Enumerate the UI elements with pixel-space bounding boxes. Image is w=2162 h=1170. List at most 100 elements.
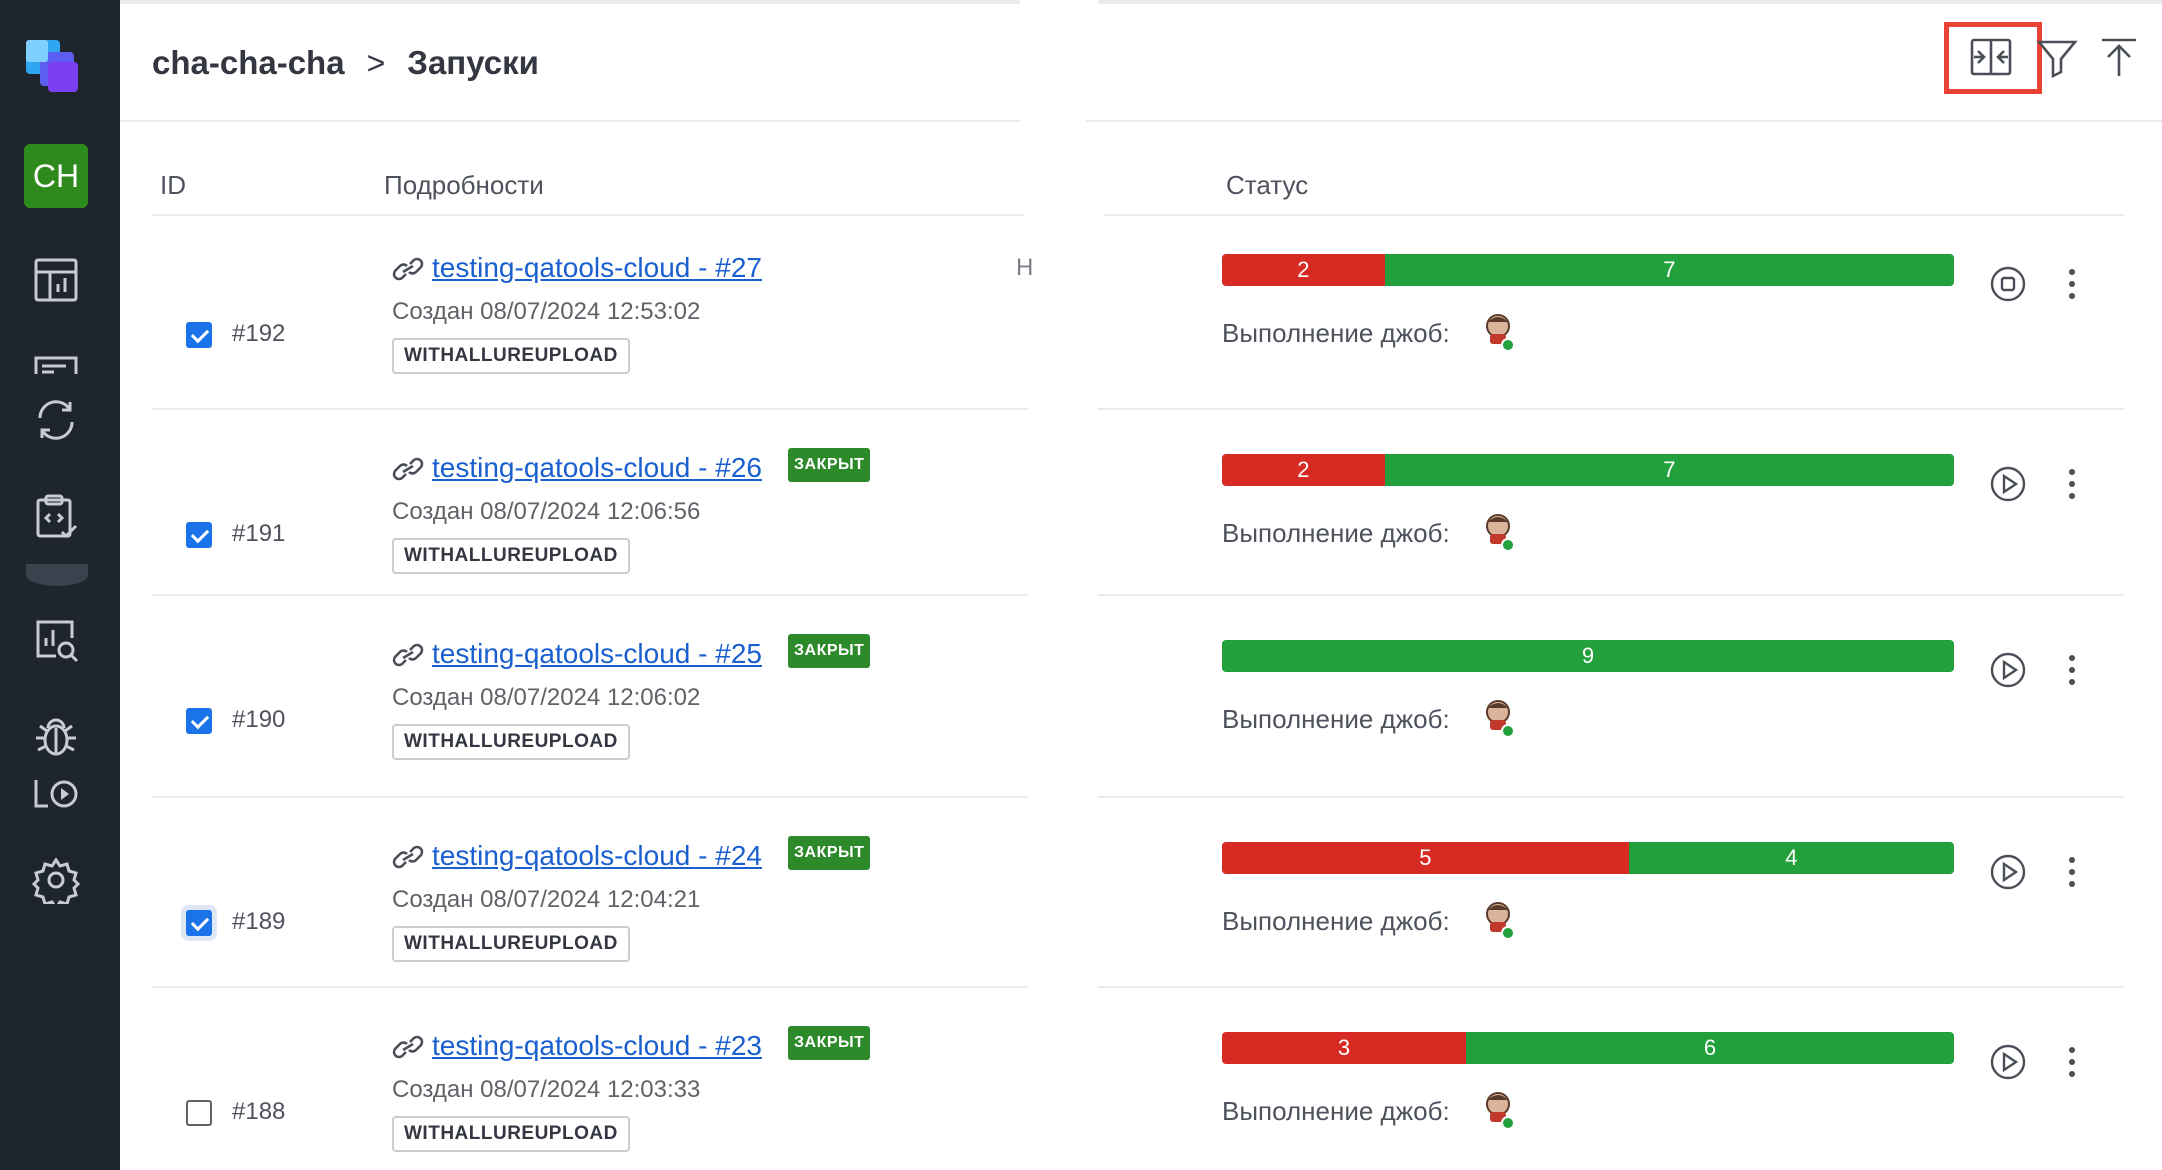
jobs-label: Выполнение джоб: (1222, 1096, 1450, 1126)
passed-segment[interactable]: 7 (1384, 254, 1954, 286)
header-divider-left (120, 120, 1020, 122)
passed-segment[interactable]: 6 (1466, 1032, 1954, 1064)
status-bar: 9 (1222, 640, 1954, 672)
row-divider (1098, 594, 2124, 596)
status-bar: 27 (1222, 254, 1954, 286)
rerun-button[interactable] (1988, 852, 2028, 892)
jobs-icon[interactable] (32, 770, 80, 818)
highlight-box (1944, 22, 2042, 94)
created-date: Создан 08/07/2024 12:06:02 (392, 684, 701, 711)
tag-badge[interactable]: WITHALLUREUPLOAD (392, 538, 630, 574)
created-date: Создан 08/07/2024 12:04:21 (392, 886, 701, 913)
tag-badge[interactable]: WITHALLUREUPLOAD (392, 926, 630, 962)
more-icon[interactable] (2060, 1042, 2084, 1082)
column-header-status[interactable]: Статус (1226, 170, 1308, 201)
failed-segment[interactable]: 2 (1222, 254, 1385, 286)
test-plans-icon[interactable] (32, 492, 80, 540)
launches-icon[interactable] (32, 396, 80, 444)
run-link[interactable]: testing-qatools-cloud - #25 (432, 638, 762, 670)
created-date: Создан 08/07/2024 12:53:02 (392, 298, 701, 325)
run-id: #192 (232, 320, 286, 347)
breadcrumb: cha-cha-cha > Запуски (152, 44, 539, 82)
created-date: Создан 08/07/2024 12:06:56 (392, 498, 701, 525)
tag-badge[interactable]: WITHALLUREUPLOAD (392, 338, 630, 374)
passed-segment[interactable]: 7 (1384, 454, 1954, 486)
play-icon (1990, 466, 2026, 502)
run-link[interactable]: testing-qatools-cloud - #26 (432, 452, 762, 484)
link-icon (390, 254, 426, 284)
dashboard-icon[interactable] (32, 256, 80, 304)
defects-icon[interactable] (32, 712, 80, 760)
row-divider (1098, 796, 2124, 798)
sidebar-divider (26, 564, 88, 586)
closed-badge: ЗАКРЫТ (788, 1026, 871, 1060)
failed-segment[interactable]: 2 (1222, 454, 1385, 486)
run-link[interactable]: testing-qatools-cloud - #24 (432, 840, 762, 872)
breadcrumb-separator: > (366, 44, 386, 81)
tag-badge[interactable]: WITHALLUREUPLOAD (392, 1116, 630, 1152)
page-title: Запуски (407, 44, 539, 81)
play-icon (1990, 1044, 2026, 1080)
jenkins-icon[interactable] (1484, 1090, 1518, 1130)
failed-segment[interactable]: 3 (1222, 1032, 1466, 1064)
passed-segment[interactable]: 4 (1628, 842, 1954, 874)
rerun-button[interactable] (1988, 650, 2028, 690)
analytics-icon[interactable] (32, 616, 80, 664)
column-header-id[interactable]: ID (160, 170, 186, 201)
truncated-text: Н (1016, 254, 1034, 281)
test-cases-icon[interactable] (32, 352, 80, 400)
top-divider-left (120, 0, 1020, 4)
filter-icon[interactable] (2030, 30, 2084, 84)
link-icon (390, 1032, 426, 1062)
column-header-details[interactable]: Подробности (384, 170, 544, 201)
status-bar: 54 (1222, 842, 1954, 874)
tag-badge[interactable]: WITHALLUREUPLOAD (392, 724, 630, 760)
rerun-button[interactable] (1988, 464, 2028, 504)
jenkins-icon[interactable] (1484, 312, 1518, 352)
stop-button[interactable] (1988, 264, 2028, 304)
row-divider (152, 408, 1028, 410)
row-checkbox[interactable] (186, 522, 212, 548)
closed-badge: ЗАКРЫТ (788, 634, 871, 668)
settings-icon[interactable] (31, 856, 81, 911)
closed-badge: ЗАКРЫТ (788, 448, 871, 482)
status-bar: 36 (1222, 1032, 1954, 1064)
row-checkbox[interactable] (186, 1100, 212, 1126)
row-divider (1098, 408, 2124, 410)
row-divider (152, 796, 1028, 798)
more-icon[interactable] (2060, 650, 2084, 690)
jobs-label: Выполнение джоб: (1222, 318, 1450, 348)
more-icon[interactable] (2060, 852, 2084, 892)
row-divider (152, 594, 1028, 596)
jenkins-icon[interactable] (1484, 512, 1518, 552)
upload-icon[interactable] (2092, 30, 2146, 84)
row-checkbox[interactable] (186, 708, 212, 734)
run-id: #189 (232, 908, 286, 935)
more-icon[interactable] (2060, 264, 2084, 304)
created-date: Создан 08/07/2024 12:03:33 (392, 1076, 701, 1103)
jobs-label: Выполнение джоб: (1222, 518, 1450, 548)
header-row-divider-left (152, 214, 1024, 216)
run-link[interactable]: testing-qatools-cloud - #23 (432, 1030, 762, 1062)
header-row-divider-right (1104, 214, 2124, 216)
row-divider (1098, 986, 2124, 988)
passed-segment[interactable]: 9 (1222, 640, 1954, 672)
run-link[interactable]: testing-qatools-cloud - #27 (432, 252, 762, 284)
status-bar: 27 (1222, 454, 1954, 486)
row-checkbox[interactable] (186, 322, 212, 348)
jobs-label: Выполнение джоб: (1222, 906, 1450, 936)
failed-segment[interactable]: 5 (1222, 842, 1629, 874)
link-icon (390, 842, 426, 872)
header-divider-right (1086, 120, 2162, 122)
row-checkbox[interactable] (186, 910, 212, 936)
rerun-button[interactable] (1988, 1042, 2028, 1082)
more-icon[interactable] (2060, 464, 2084, 504)
breadcrumb-project[interactable]: cha-cha-cha (152, 44, 345, 82)
jobs-label: Выполнение джоб: (1222, 704, 1450, 734)
closed-badge: ЗАКРЫТ (788, 836, 871, 870)
jenkins-icon[interactable] (1484, 698, 1518, 738)
jenkins-icon[interactable] (1484, 900, 1518, 940)
link-icon (390, 640, 426, 670)
project-avatar[interactable]: CH (24, 144, 88, 208)
logo-icon[interactable] (22, 34, 92, 104)
